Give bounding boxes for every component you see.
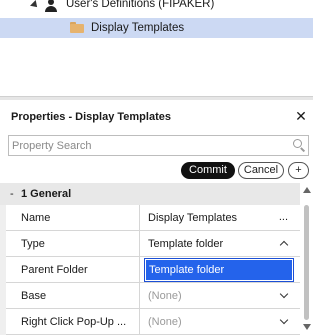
property-row-right-click-popup: Right Click Pop-Up ... (None) bbox=[0, 309, 300, 335]
property-value-base[interactable]: (None) bbox=[141, 283, 300, 309]
add-button[interactable]: + bbox=[288, 162, 309, 179]
panel-title: Properties - Display Templates bbox=[11, 111, 171, 123]
folder-icon bbox=[70, 22, 84, 33]
property-value-right-click-popup[interactable]: (None) bbox=[141, 309, 300, 335]
group-title: 1 General bbox=[21, 188, 72, 200]
property-name: Name bbox=[6, 205, 140, 231]
property-search-box bbox=[8, 135, 309, 156]
expand-triangle-icon[interactable] bbox=[30, 0, 40, 10]
type-dropdown-list: Template folder bbox=[144, 258, 294, 282]
cancel-button[interactable]: Cancel bbox=[238, 162, 284, 179]
property-name: Type bbox=[6, 231, 140, 257]
scroll-down-arrow-icon[interactable] bbox=[303, 324, 311, 330]
search-icon[interactable] bbox=[293, 139, 306, 152]
property-row-name: Name Display Templates ... bbox=[0, 205, 300, 231]
tree-view: User's Definitions (FIPAKER) Display Tem… bbox=[0, 0, 313, 96]
tree-item-label: Display Templates bbox=[91, 22, 185, 34]
scroll-up-arrow-icon[interactable] bbox=[303, 187, 311, 193]
commit-button[interactable]: Commit bbox=[181, 162, 235, 179]
close-icon[interactable]: ✕ bbox=[294, 109, 308, 123]
property-row-base: Base (None) bbox=[0, 283, 300, 309]
property-name: Parent Folder bbox=[6, 257, 140, 283]
scroll-thumb[interactable] bbox=[304, 205, 309, 320]
property-value-name[interactable]: Display Templates bbox=[141, 205, 300, 231]
property-row-type: Type Template folder bbox=[0, 231, 300, 257]
user-icon bbox=[45, 0, 57, 12]
dropdown-option-template-folder[interactable]: Template folder bbox=[146, 260, 292, 280]
properties-panel: Properties - Display Templates ✕ Commit … bbox=[0, 100, 313, 336]
property-name: Base bbox=[6, 283, 140, 309]
tree-item-users-definitions[interactable]: User's Definitions (FIPAKER) bbox=[0, 0, 313, 16]
group-header-general[interactable]: - 1 General bbox=[0, 183, 300, 205]
ellipsis-button[interactable]: ... bbox=[279, 205, 288, 229]
vertical-scrollbar[interactable] bbox=[300, 183, 313, 336]
tree-item-label: User's Definitions (FIPAKER) bbox=[66, 0, 215, 10]
property-value-type[interactable]: Template folder bbox=[141, 231, 300, 257]
panel-header: Properties - Display Templates ✕ bbox=[0, 100, 313, 130]
property-search-input[interactable] bbox=[9, 136, 289, 155]
property-name: Right Click Pop-Up ... bbox=[6, 309, 140, 335]
collapse-toggle[interactable]: - bbox=[10, 188, 14, 200]
tree-item-display-templates[interactable]: Display Templates bbox=[0, 18, 313, 38]
